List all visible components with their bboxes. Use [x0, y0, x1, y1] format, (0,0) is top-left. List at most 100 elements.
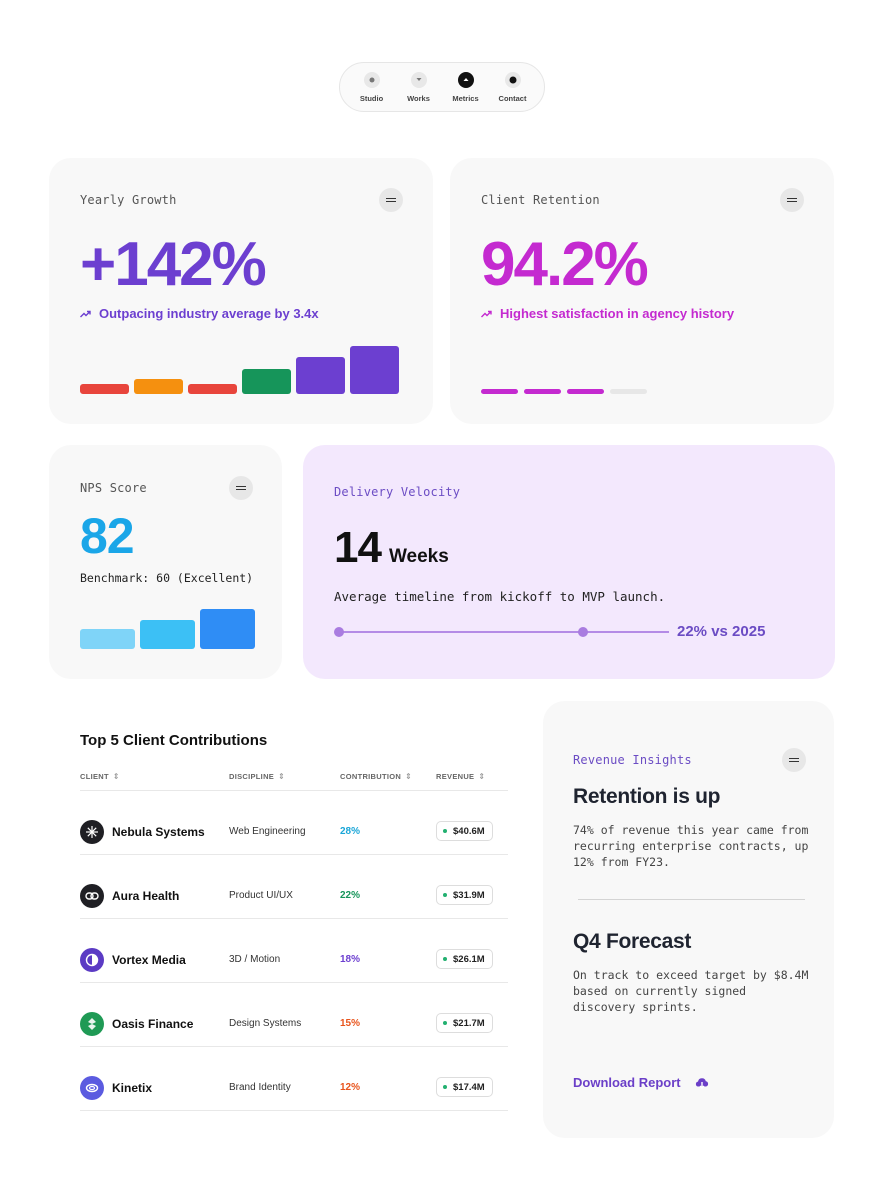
- velocity-unit: Weeks: [388, 546, 449, 567]
- client-contribution: 18%: [340, 954, 361, 965]
- card-label: Client Retention: [481, 193, 600, 207]
- table-row[interactable]: Kinetix Brand Identity 12% $17.4M: [80, 1057, 508, 1121]
- chevron-up-icon: [457, 71, 474, 88]
- client-contribution: 28%: [340, 826, 361, 837]
- header-label: REVENUE: [436, 772, 475, 781]
- row-divider: [80, 854, 508, 855]
- growth-bar: [134, 379, 183, 394]
- menu-icon[interactable]: [229, 476, 253, 500]
- client-discipline: 3D / Motion: [229, 954, 281, 965]
- revenue-badge: $17.4M: [436, 1077, 493, 1097]
- insight-heading: Q4 Forecast: [573, 930, 692, 953]
- row-divider: [80, 982, 508, 983]
- sort-icon: ⇕: [112, 772, 120, 781]
- nps-benchmark: Benchmark: 60 (Excellent): [80, 571, 254, 585]
- nps-score-card: NPS Score 82 Benchmark: 60 (Excellent): [49, 445, 282, 679]
- link-icon: [80, 884, 104, 908]
- menu-icon[interactable]: [379, 188, 403, 212]
- client-discipline: Product UI/UX: [229, 890, 293, 901]
- nav-item-studio[interactable]: Studio: [349, 71, 395, 103]
- client-discipline: Design Systems: [229, 1018, 302, 1029]
- trend-text: Outpacing industry average by 3.4x: [99, 306, 319, 321]
- row-divider: [80, 918, 508, 919]
- menu-icon[interactable]: [780, 188, 804, 212]
- client-discipline: Brand Identity: [229, 1082, 291, 1093]
- leaf-icon: [80, 1012, 104, 1036]
- insight-text: On track to exceed target by $8.4M based…: [573, 968, 809, 1014]
- retention-trend: Highest satisfaction in agency history: [481, 306, 734, 321]
- row-divider: [80, 1046, 508, 1047]
- half-circle-icon: [80, 948, 104, 972]
- nav-label: Studio: [359, 93, 384, 103]
- card-label: Delivery Velocity: [334, 485, 461, 499]
- insight-heading: Retention is up: [573, 785, 721, 808]
- revenue-badge: $40.6M: [436, 821, 493, 841]
- velocity-number: 14: [334, 523, 382, 572]
- revenue-badge: $21.7M: [436, 1013, 493, 1033]
- client-name: Nebula Systems: [112, 825, 205, 839]
- nav-item-contact[interactable]: Contact: [490, 71, 536, 103]
- column-header-revenue[interactable]: REVENUE ⇕: [436, 772, 485, 781]
- velocity-value: 14 Weeks: [334, 523, 449, 573]
- client-name: Kinetix: [112, 1081, 153, 1095]
- progress-segment-filled: [481, 389, 518, 394]
- nps-bar: [200, 609, 255, 649]
- velocity-slider-handle[interactable]: [578, 627, 588, 637]
- yearly-growth-card: Yearly Growth +142% Outpacing industry a…: [49, 158, 433, 424]
- growth-bar: [80, 384, 129, 394]
- client-name: Vortex Media: [112, 953, 186, 967]
- download-label: Download Report: [573, 1075, 681, 1090]
- client-contribution: 12%: [340, 1082, 361, 1093]
- growth-trend: Outpacing industry average by 3.4x: [80, 306, 319, 321]
- growth-value: +142%: [80, 230, 267, 299]
- nps-bar: [140, 620, 195, 649]
- row-divider: [80, 1110, 508, 1111]
- divider: [80, 790, 508, 791]
- growth-bar: [350, 346, 399, 394]
- table-row[interactable]: Vortex Media 3D / Motion 18% $26.1M: [80, 929, 508, 993]
- nav-label: Works: [407, 93, 430, 103]
- column-header-contribution[interactable]: CONTRIBUTION ⇕: [340, 772, 412, 781]
- client-name: Aura Health: [112, 889, 180, 903]
- loop-icon: [80, 1076, 104, 1100]
- sort-icon: ⇕: [478, 772, 486, 781]
- client-discipline: Web Engineering: [229, 826, 306, 837]
- revenue-value: $26.1M: [453, 953, 485, 965]
- revenue-value: $40.6M: [453, 825, 485, 837]
- status-dot-icon: [443, 1021, 447, 1025]
- nps-bar: [80, 629, 135, 649]
- growth-bar: [296, 357, 345, 394]
- revenue-value: $21.7M: [453, 1017, 485, 1029]
- trend-text: Highest satisfaction in agency history: [500, 306, 735, 321]
- growth-bar: [242, 369, 291, 394]
- table-row[interactable]: Aura Health Product UI/UX 22% $31.9M: [80, 865, 508, 929]
- table-title: Top 5 Client Contributions: [80, 732, 268, 749]
- status-dot-icon: [443, 1085, 447, 1089]
- client-contribution: 15%: [340, 1018, 361, 1029]
- nav-label: Metrics: [452, 93, 479, 103]
- column-header-client[interactable]: CLIENT ⇕: [80, 772, 120, 781]
- status-dot-icon: [443, 957, 447, 961]
- download-report-link[interactable]: Download Report: [573, 1075, 709, 1090]
- status-dot-icon: [443, 893, 447, 897]
- velocity-slider-track: [339, 631, 669, 633]
- dot-icon: [363, 71, 380, 88]
- top-nav: Studio Works Metrics Contact: [339, 62, 545, 112]
- card-label: Revenue Insights: [573, 753, 692, 767]
- nav-item-works[interactable]: Works: [396, 71, 442, 103]
- menu-icon[interactable]: [782, 748, 806, 772]
- sort-icon: ⇕: [278, 772, 286, 781]
- table-row[interactable]: Oasis Finance Design Systems 15% $21.7M: [80, 993, 508, 1057]
- velocity-comparison: 22% vs 2025: [677, 623, 766, 640]
- insight-text: 74% of revenue this year came from recur…: [573, 823, 809, 869]
- table-row[interactable]: Nebula Systems Web Engineering 28% $40.6M: [80, 801, 508, 865]
- nav-item-metrics[interactable]: Metrics: [443, 71, 489, 103]
- column-header-discipline[interactable]: DISCIPLINE ⇕: [229, 772, 285, 781]
- nps-value: 82: [80, 508, 135, 564]
- growth-bar: [188, 384, 237, 394]
- chevron-down-icon: [410, 71, 427, 88]
- header-label: CLIENT: [80, 772, 109, 781]
- revenue-insights-card: Revenue Insights Retention is up 74% of …: [543, 701, 834, 1138]
- card-label: NPS Score: [80, 481, 147, 495]
- header-label: CONTRIBUTION: [340, 772, 402, 781]
